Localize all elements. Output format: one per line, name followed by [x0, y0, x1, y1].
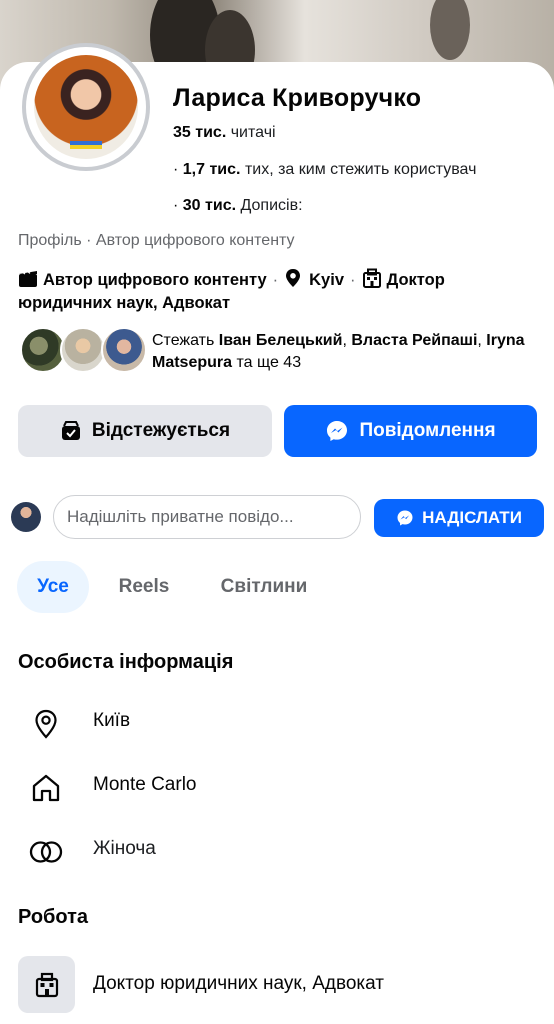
posts-count: 30 тис. [182, 197, 237, 214]
messenger-icon [397, 510, 413, 526]
clapperboard-icon [18, 270, 38, 288]
messenger-icon [327, 421, 348, 441]
send-button[interactable]: НАДІСЛАТИ [374, 499, 544, 537]
tab-reels[interactable]: Reels [106, 561, 182, 613]
mutual-suffix: та ще 43 [232, 354, 302, 371]
profile-tags: Автор цифрового контенту · Kyiv · Доктор ю… [18, 268, 538, 315]
following-button[interactable]: Відстежується [18, 405, 272, 457]
followers-stat[interactable]: 35 тис. читачі [173, 124, 276, 142]
following-count: 1,7 тис. [182, 161, 241, 178]
work-label: Доктор юридичних наук, Адвокат [93, 973, 384, 994]
work-row[interactable]: Доктор юридичних наук, Адвокат [0, 959, 554, 1009]
info-gender-label: Жіноча [93, 838, 156, 859]
following-label: тих, за ким стежить користувач [244, 161, 477, 178]
info-row-city[interactable]: Київ [0, 696, 554, 746]
tab-all[interactable]: Усе [17, 561, 89, 613]
followers-label: читачі [230, 124, 276, 141]
briefcase-building-icon [362, 268, 382, 288]
tag-category: Автор цифрового контенту [43, 271, 267, 289]
private-message-placeholder: Надішліть приватне повідо... [67, 507, 294, 526]
following-stat[interactable]: · 1,7 тис. тих, за ким стежить користува… [173, 161, 476, 179]
info-hometown-label: Monte Carlo [93, 774, 197, 795]
tab-photos[interactable]: Світлини [206, 561, 322, 613]
tag-city[interactable]: Kyiv [309, 271, 344, 289]
info-row-gender[interactable]: Жіноча [0, 824, 554, 874]
info-city-label: Київ [93, 710, 131, 731]
mutual-name[interactable]: Іван Белецький [219, 332, 343, 349]
bullet: · [173, 161, 183, 178]
mutual-followers-text[interactable]: Стежать Іван Белецький, Власта Рейпаші, … [152, 330, 542, 374]
following-check-icon [61, 421, 80, 440]
posts-stat[interactable]: · 30 тис. Дописів: [173, 197, 303, 215]
location-pin-icon [28, 706, 64, 742]
home-icon [28, 770, 64, 806]
profile-name: Лариса Криворучко [173, 84, 422, 112]
avatar [101, 327, 147, 373]
comma: , [477, 332, 487, 349]
mutual-prefix: Стежать [152, 332, 219, 349]
private-message-input[interactable]: Надішліть приватне повідо... [53, 495, 361, 539]
following-label: Відстежується [91, 420, 231, 441]
separator: · [350, 271, 356, 289]
info-row-hometown[interactable]: Monte Carlo [0, 760, 554, 810]
profile-meta-line: Профіль · Автор цифрового контенту [18, 232, 295, 249]
bullet: · [173, 197, 183, 214]
send-label: НАДІСЛАТИ [422, 508, 522, 527]
posts-label: Дописів: [240, 197, 303, 214]
separator: · [272, 271, 279, 289]
gender-icon [28, 834, 64, 870]
ukraine-flag-icon [70, 141, 102, 149]
avatar [60, 327, 106, 373]
profile-avatar[interactable] [34, 55, 138, 159]
personal-info-heading: Особиста інформація [18, 651, 234, 673]
work-heading: Робота [18, 906, 89, 928]
my-avatar [11, 502, 41, 532]
mutual-name[interactable]: Власта Рейпаші [351, 332, 477, 349]
message-button[interactable]: Повідомлення [284, 405, 537, 457]
message-label: Повідомлення [359, 420, 496, 441]
location-pin-icon [284, 268, 304, 287]
followers-count: 35 тис. [173, 124, 227, 141]
